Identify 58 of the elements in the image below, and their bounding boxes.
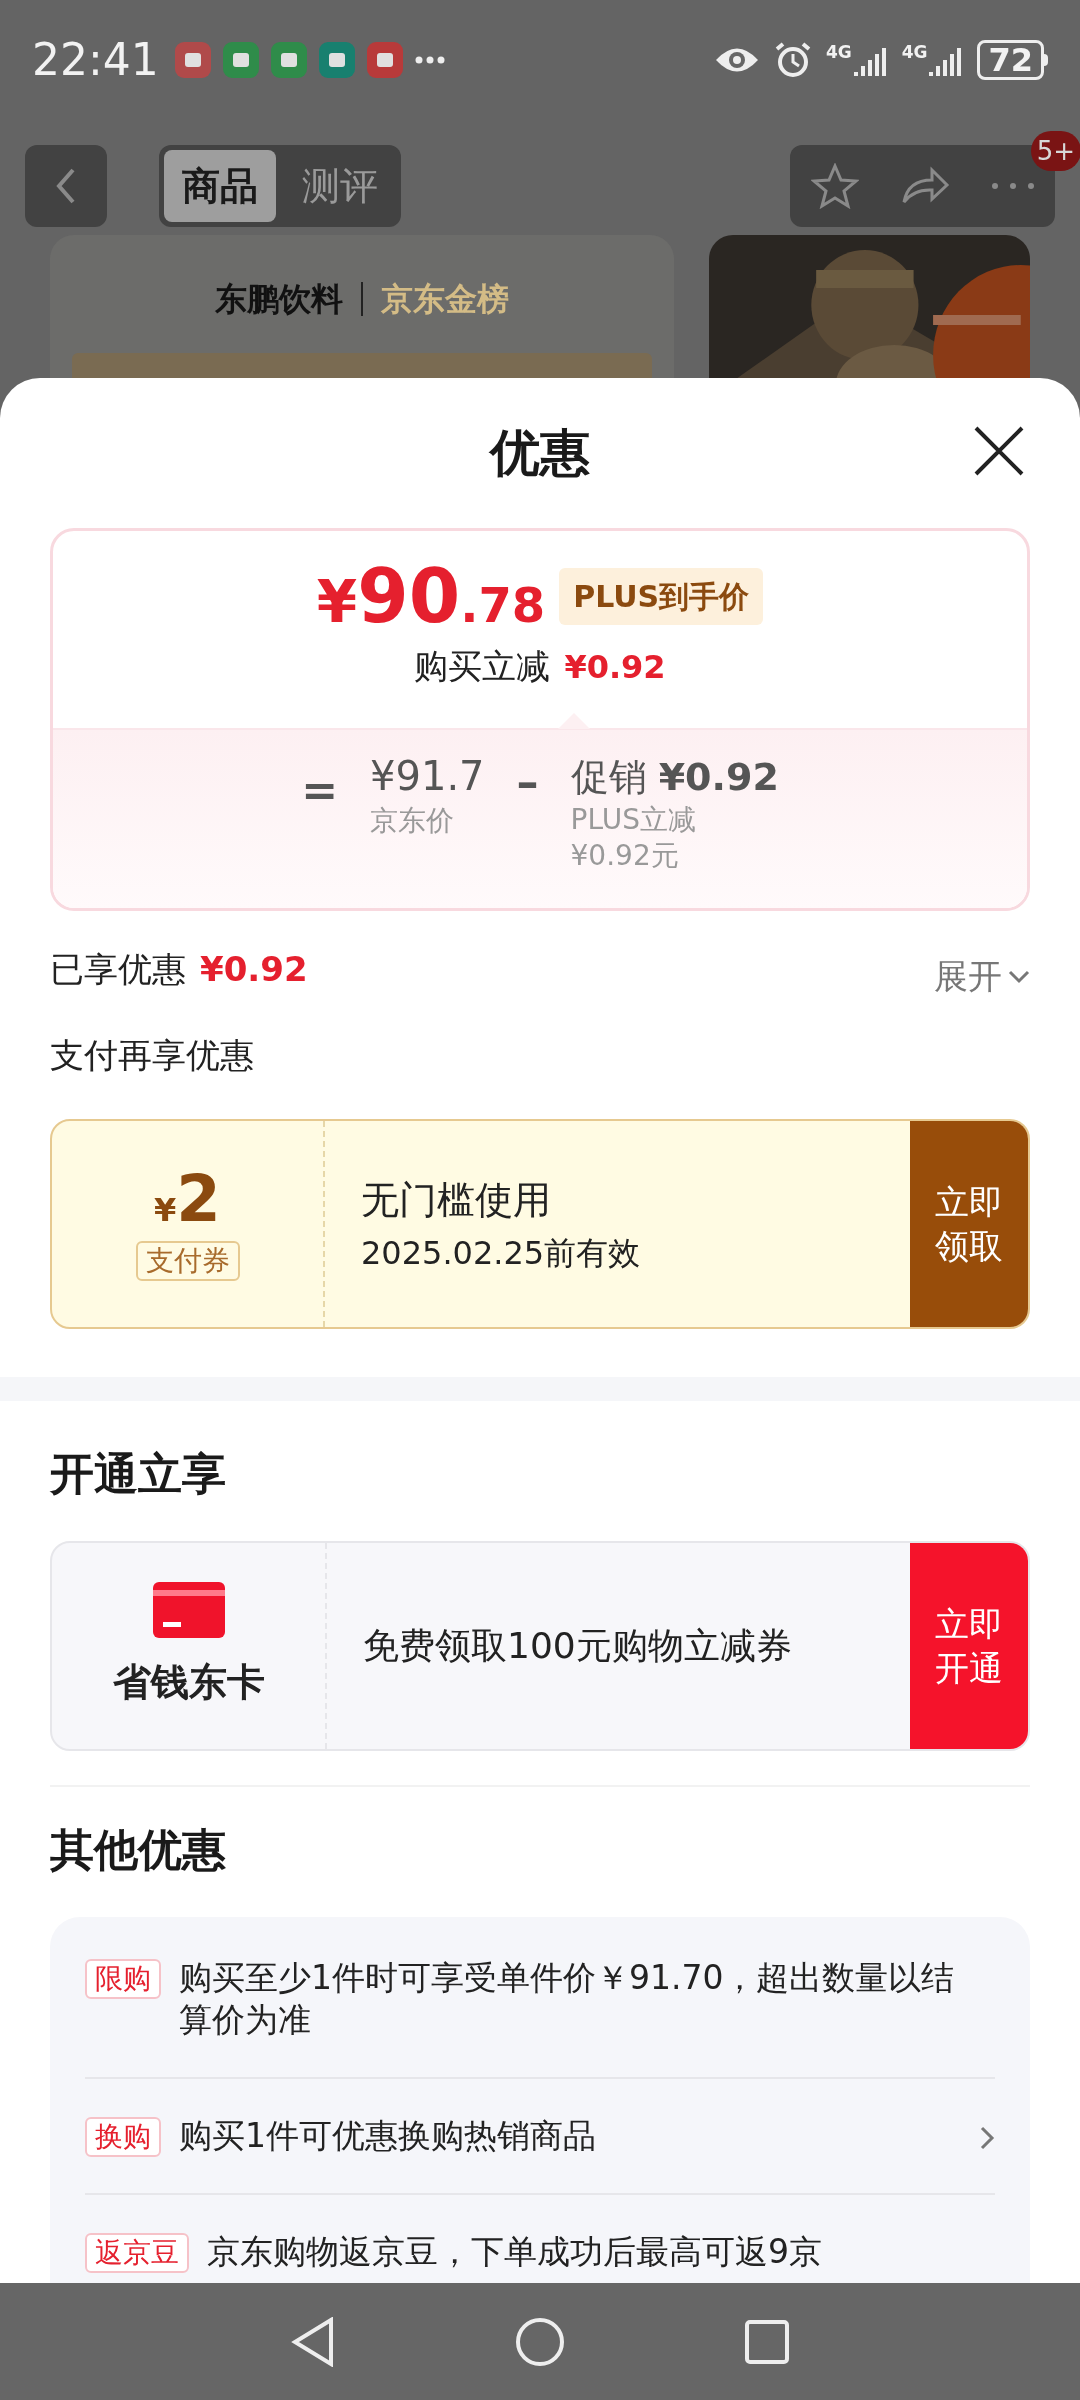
equals-sign: = [301, 763, 339, 817]
app-notification-icon [222, 42, 259, 78]
app-notification-icon [174, 42, 211, 78]
promo-price: 促销 ¥0.92 [570, 754, 779, 801]
offer-text: 购买至少1件时可享受单件价￥91.70，超出数量以结算价为准 [179, 1957, 955, 2041]
claim-button[interactable]: 立即领取 [910, 1121, 1028, 1327]
more-icon [414, 56, 445, 64]
coupon-type-tag: 支付券 [135, 1241, 240, 1281]
promo-detail: PLUS立减 [570, 802, 697, 838]
more-icon[interactable] [990, 182, 1035, 190]
reduction-label: 购买立减 [414, 645, 551, 688]
base-price: ¥91.7 [370, 752, 485, 800]
offer-text: 购买1件可优惠换购热销商品 [179, 2115, 597, 2157]
page-tab[interactable]: 测评 [284, 150, 396, 222]
home-icon[interactable] [515, 2316, 565, 2367]
star-icon[interactable] [810, 163, 859, 209]
network-type: 4G [901, 44, 928, 61]
plus-price-tag: PLUS到手价 [559, 567, 764, 625]
final-price: ¥90.78 [316, 559, 546, 633]
section-heading: 支付再享优惠 [49, 1034, 255, 1077]
promo-amount: ¥0.92元 [570, 838, 680, 874]
offer-tag: 返京豆 [85, 2233, 189, 2273]
recents-icon[interactable] [745, 2319, 789, 2364]
activate-button[interactable]: 立即开通 [910, 1543, 1028, 1749]
chevron-right-icon[interactable] [979, 2125, 995, 2151]
section-heading: 其他优惠 [49, 1823, 227, 1877]
minus-sign: – [516, 755, 539, 809]
app-notification-icon [270, 42, 307, 78]
battery-indicator: 72 [977, 40, 1048, 80]
section-heading: 开通立享 [49, 1447, 227, 1501]
back-button[interactable] [25, 145, 107, 227]
app-notification-icon [366, 42, 403, 78]
enjoyed-label: 已享优惠 [50, 948, 186, 991]
offer-tag: 换购 [85, 2117, 161, 2157]
sheet-title: 优惠 [490, 422, 590, 484]
coupon-amount: ¥2 [154, 1167, 221, 1231]
close-icon[interactable] [973, 425, 1025, 477]
notification-badge: 5+ [1030, 131, 1080, 171]
partner-name: 京东金榜 [380, 279, 509, 320]
app-notification-icon [318, 42, 355, 78]
coupon-title: 无门槛使用 [361, 1176, 552, 1224]
page-tab[interactable]: 商品 [164, 150, 276, 222]
brand-name: 东鹏饮料 [214, 279, 343, 320]
offer-tag: 限购 [85, 1959, 161, 1999]
back-icon[interactable] [291, 2316, 335, 2367]
enjoyed-value: ¥0.92 [200, 948, 308, 991]
base-price-label: 京东价 [370, 803, 456, 839]
expand-button[interactable]: 展开 [934, 951, 1030, 1002]
network-type: 4G [825, 44, 852, 61]
card-description: 免费领取100元购物立减券 [363, 1624, 792, 1668]
clock-time: 22:41 [32, 33, 159, 87]
alarm-icon [773, 41, 812, 79]
reduction-value: ¥0.92 [564, 646, 666, 688]
offer-text: 京东购物返京豆，下单成功后最高可返9京 [207, 2231, 823, 2273]
card-name: 省钱东卡 [112, 1658, 265, 1706]
card-icon [152, 1581, 225, 1638]
coupon-validity: 2025.02.25前有效 [361, 1232, 642, 1274]
chevron-down-icon [1008, 969, 1030, 984]
